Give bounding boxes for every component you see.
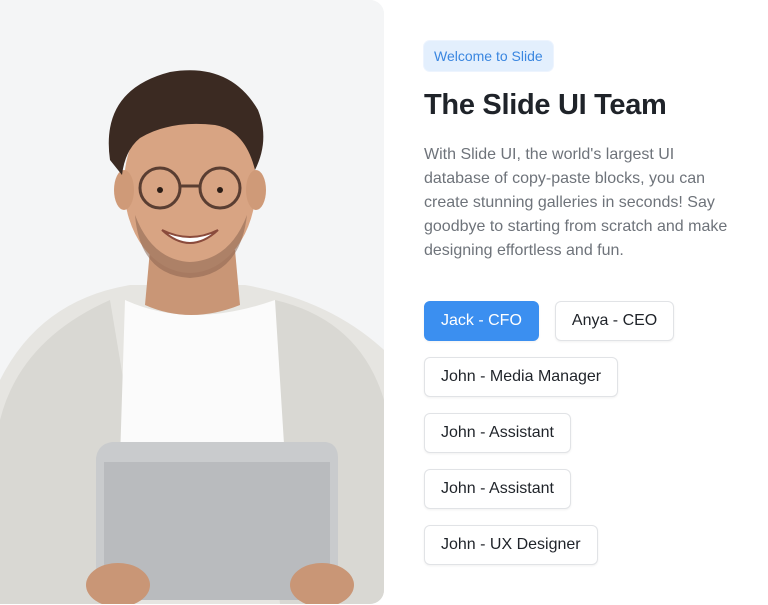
team-member-photo [0, 0, 384, 604]
intro-description: With Slide UI, the world's largest UI da… [424, 146, 728, 259]
intro-section: Welcome to Slide The Slide UI Team With … [424, 41, 754, 263]
team-button-john-assistant[interactable]: John - Assistant [424, 413, 571, 453]
welcome-badge: Welcome to Slide [424, 41, 553, 71]
team-button-anya-ceo[interactable]: Anya - CEO [554, 301, 675, 341]
team-button-john-assistant-2[interactable]: John - Assistant [424, 469, 571, 509]
page-title: The Slide UI Team [424, 89, 667, 121]
team-button-jack-cfo[interactable]: Jack - CFO [424, 301, 539, 341]
portrait-illustration [0, 0, 384, 604]
team-button-john-media-manager[interactable]: John - Media Manager [424, 357, 619, 397]
team-member-buttons: Jack - CFO Anya - CEO John - Media Manag… [424, 301, 675, 581]
team-button-john-ux-designer[interactable]: John - UX Designer [424, 525, 598, 565]
